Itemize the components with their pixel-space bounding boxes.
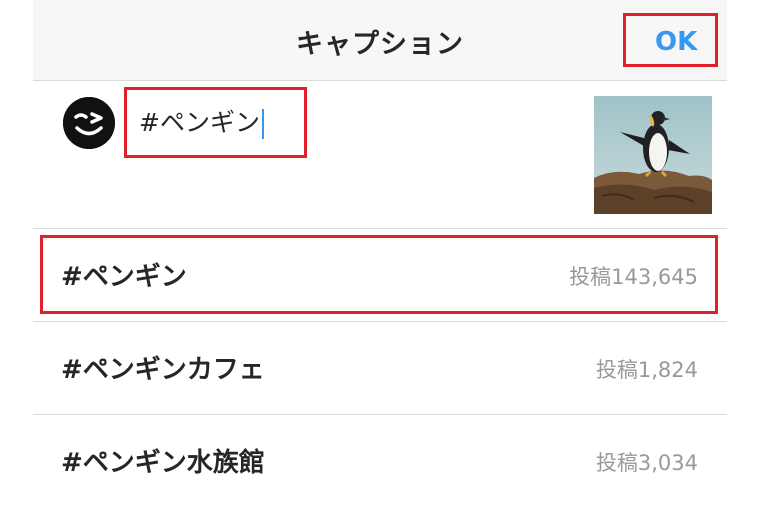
caption-text: #ペンギン (139, 108, 260, 137)
hashtag-suggestion[interactable]: #ペンギン 投稿143,645 (33, 228, 727, 321)
caption-screen: キャプション OK #ペンギン #ペンギン 投稿143,645 #ペンギンカフェ… (33, 0, 727, 507)
navigation-bar: キャプション OK (33, 0, 727, 81)
hashtag-label: #ペンギンカフェ (61, 355, 265, 385)
hashtag-suggestion[interactable]: #ペンギンカフェ 投稿1,824 (33, 321, 727, 414)
post-count: 投稿3,034 (595, 451, 698, 475)
post-count: 投稿1,824 (595, 358, 698, 382)
avatar (63, 97, 115, 149)
hashtag-suggestion[interactable]: #ペンギン水族館 投稿3,034 (33, 414, 727, 507)
post-count: 投稿143,645 (569, 265, 698, 289)
hashtag-label: #ペンギン水族館 (61, 448, 265, 478)
penguin-photo (594, 96, 712, 214)
ok-button[interactable]: OK (655, 27, 697, 57)
hashtag-label: #ペンギン (61, 262, 187, 292)
caption-input[interactable]: #ペンギン (139, 103, 264, 139)
post-thumbnail (594, 96, 712, 214)
winking-face-icon (63, 97, 115, 149)
page-title: キャプション (296, 29, 464, 60)
text-caret (261, 109, 264, 139)
